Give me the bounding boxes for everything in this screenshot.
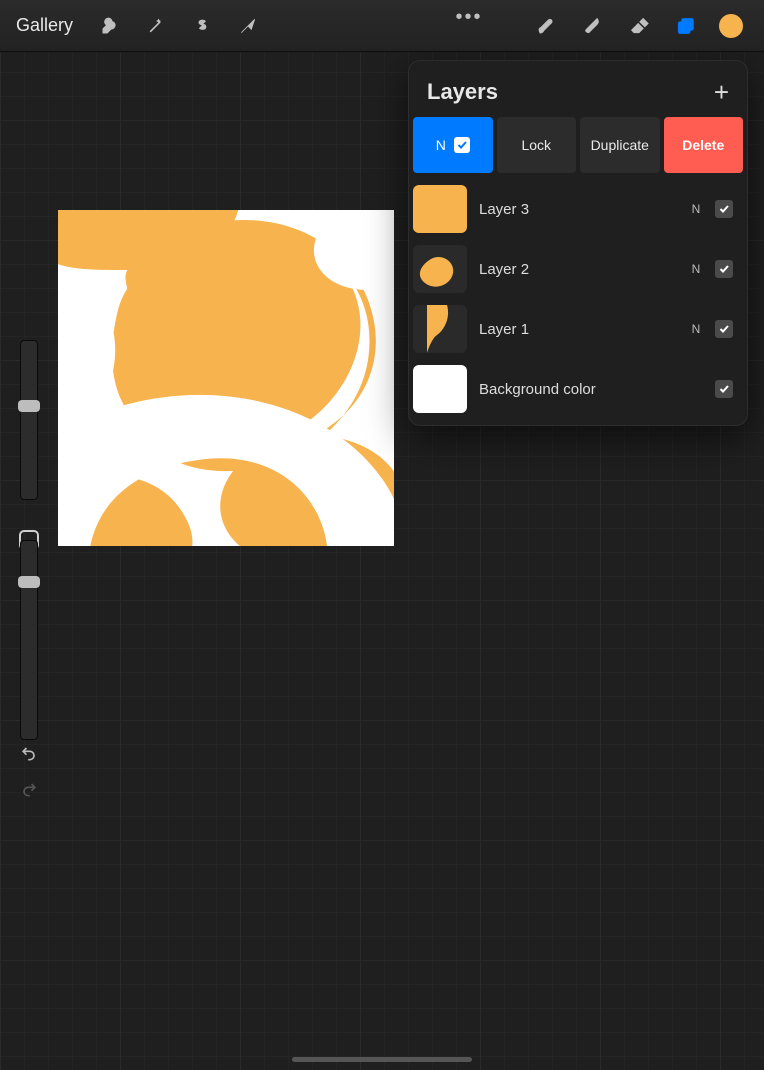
opacity-slider[interactable] bbox=[20, 540, 38, 740]
layer-visible-checkbox[interactable] bbox=[715, 200, 733, 218]
layer-blend-indicator[interactable]: N bbox=[689, 322, 703, 336]
actions-wrench-icon[interactable] bbox=[93, 9, 127, 43]
layer-visible-checkbox[interactable] bbox=[715, 380, 733, 398]
blend-mode-button[interactable]: N bbox=[413, 117, 493, 173]
layer-visible-checkbox[interactable] bbox=[715, 320, 733, 338]
background-layer-row[interactable]: Background color bbox=[413, 359, 743, 419]
layers-icon[interactable] bbox=[668, 9, 702, 43]
add-layer-button[interactable]: + bbox=[714, 79, 729, 105]
layers-panel-title: Layers bbox=[427, 79, 498, 105]
layer-name: Background color bbox=[479, 381, 677, 398]
color-swatch[interactable] bbox=[714, 9, 748, 43]
smudge-icon[interactable] bbox=[576, 9, 610, 43]
adjustments-wand-icon[interactable] bbox=[139, 9, 173, 43]
layer-row[interactable]: Layer 1 N bbox=[413, 299, 743, 359]
selected-layer-visible-checkbox[interactable] bbox=[454, 137, 470, 153]
transform-arrow-icon[interactable] bbox=[231, 9, 265, 43]
layer-name: Layer 1 bbox=[479, 321, 677, 338]
layer-name: Layer 2 bbox=[479, 261, 677, 278]
layer-visible-checkbox[interactable] bbox=[715, 260, 733, 278]
eraser-icon[interactable] bbox=[622, 9, 656, 43]
duplicate-button[interactable]: Duplicate bbox=[580, 117, 660, 173]
layer-row[interactable]: Layer 2 N bbox=[413, 239, 743, 299]
top-toolbar: Gallery ••• bbox=[0, 0, 764, 52]
layer-thumbnail bbox=[413, 365, 467, 413]
opacity-thumb[interactable] bbox=[18, 576, 40, 588]
home-indicator[interactable] bbox=[292, 1057, 472, 1062]
selection-s-icon[interactable] bbox=[185, 9, 219, 43]
blend-mode-label: N bbox=[436, 137, 446, 153]
layer-actions-row: N Lock Duplicate Delete bbox=[409, 117, 747, 179]
layer-name: Layer 3 bbox=[479, 201, 677, 218]
layer-thumbnail bbox=[413, 185, 467, 233]
brush-icon[interactable] bbox=[530, 9, 564, 43]
gallery-button[interactable]: Gallery bbox=[10, 11, 79, 40]
layer-blend-indicator[interactable]: N bbox=[689, 262, 703, 276]
layers-list: Layer 3 N Layer 2 N Layer 1 N bbox=[409, 179, 747, 425]
canvas-artwork[interactable] bbox=[58, 210, 394, 546]
current-color-icon bbox=[719, 14, 743, 38]
undo-icon[interactable] bbox=[16, 740, 42, 766]
layer-thumbnail bbox=[413, 305, 467, 353]
redo-icon[interactable] bbox=[16, 776, 42, 802]
delete-button[interactable]: Delete bbox=[664, 117, 744, 173]
more-menu-icon[interactable]: ••• bbox=[454, 6, 484, 29]
layers-panel: Layers + N Lock Duplicate Delete Layer 3… bbox=[408, 60, 748, 426]
lock-button[interactable]: Lock bbox=[497, 117, 577, 173]
layer-row[interactable]: Layer 3 N bbox=[413, 179, 743, 239]
layer-thumbnail bbox=[413, 245, 467, 293]
brush-size-thumb[interactable] bbox=[18, 400, 40, 412]
side-toolbar bbox=[10, 340, 46, 800]
layer-blend-indicator[interactable]: N bbox=[689, 202, 703, 216]
brush-size-slider[interactable] bbox=[20, 340, 38, 500]
